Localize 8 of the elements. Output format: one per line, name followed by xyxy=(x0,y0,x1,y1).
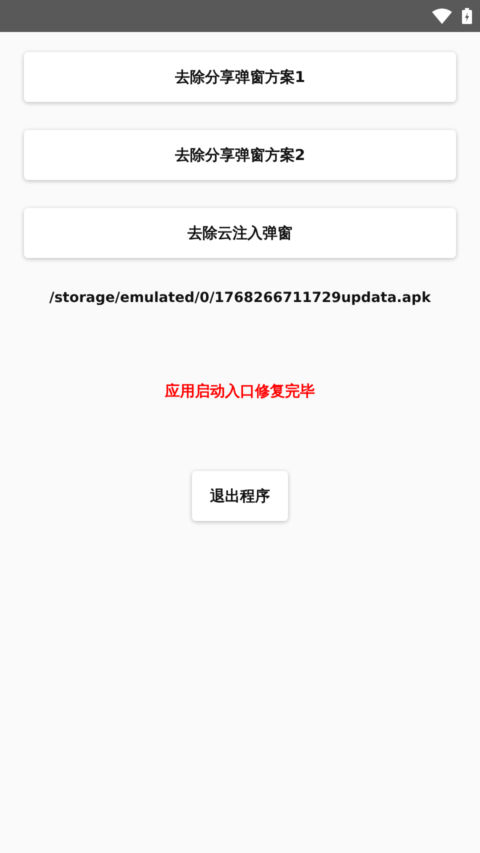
battery-icon xyxy=(462,8,472,24)
action-button[interactable]: 去除云注入弹窗 xyxy=(24,208,456,258)
exit-button[interactable]: 退出程序 xyxy=(192,471,288,521)
action-button[interactable]: 去除分享弹窗方案2 xyxy=(24,130,456,180)
status-message: 应用启动入口修复完毕 xyxy=(165,382,315,401)
action-button[interactable]: 去除分享弹窗方案1 xyxy=(24,52,456,102)
wifi-icon xyxy=(432,8,452,24)
file-path-text: /storage/emulated/0/1768266711729updata.apk xyxy=(49,290,431,306)
